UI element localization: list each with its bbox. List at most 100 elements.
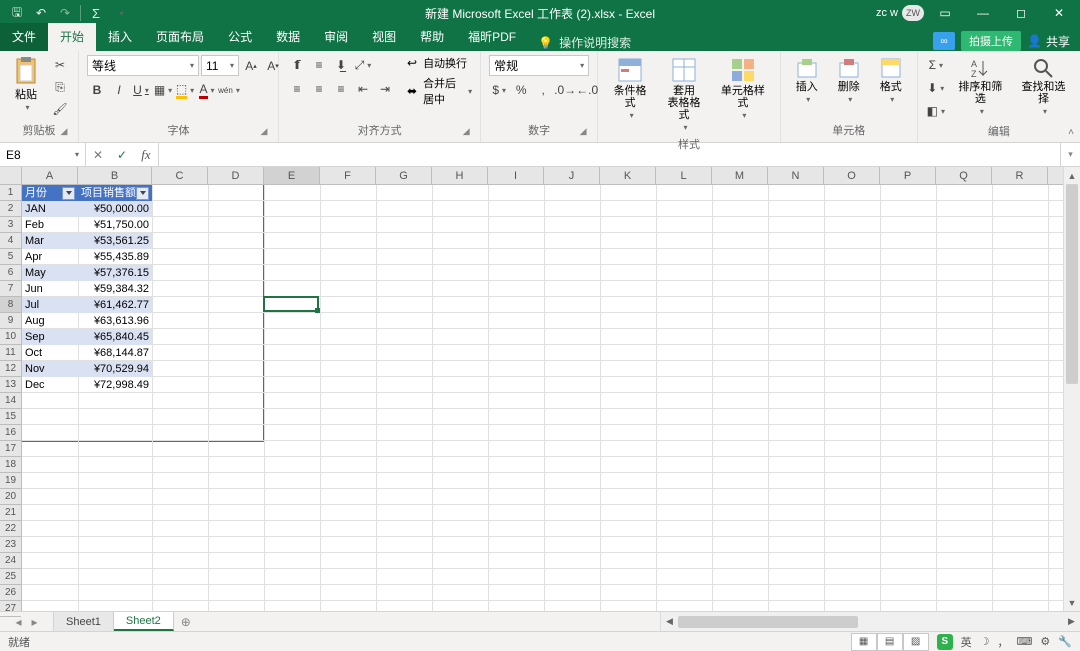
tab-data[interactable]: 数据 (264, 23, 312, 51)
page-layout-view-icon[interactable]: ▤ (877, 633, 903, 651)
align-top-icon[interactable]: ⬆̄ (287, 55, 307, 75)
phonetic-icon[interactable]: wén▾ (219, 80, 239, 100)
cancel-formula-icon[interactable]: ✕ (86, 148, 110, 162)
fill-color-icon[interactable]: ⬚▾ (175, 80, 195, 100)
row-header[interactable]: 8 (0, 297, 21, 313)
upload-button[interactable]: 拍摄上传 (961, 31, 1021, 51)
qat-customize-icon[interactable]: ▾ (109, 2, 131, 24)
name-box[interactable]: E8▾ (0, 143, 86, 166)
row-header[interactable]: 19 (0, 473, 21, 489)
tab-help[interactable]: 帮助 (408, 23, 456, 51)
ime-badge[interactable]: S (937, 634, 953, 650)
fx-icon[interactable]: fx (134, 147, 158, 163)
ime-lang[interactable]: 英 (961, 634, 972, 650)
column-header[interactable]: B (78, 167, 152, 184)
indent-decrease-icon[interactable]: ⇤ (353, 79, 373, 99)
row-header[interactable]: 5 (0, 249, 21, 265)
vertical-scrollbar[interactable]: ▲ ▼ (1063, 167, 1080, 611)
table-cell[interactable]: Nov (22, 361, 78, 377)
grow-font-icon[interactable]: A▴ (241, 56, 261, 76)
share-button[interactable]: 👤 共享 (1027, 33, 1070, 50)
table-cell[interactable]: ¥53,561.25 (78, 233, 152, 249)
tools-icon[interactable]: 🔧 (1058, 635, 1072, 648)
select-all-corner[interactable] (0, 167, 22, 185)
sheet-tab[interactable]: Sheet2 (114, 612, 174, 631)
row-header[interactable]: 14 (0, 393, 21, 409)
table-cell[interactable]: ¥70,529.94 (78, 361, 152, 377)
keyboard-icon[interactable]: ⌨ (1017, 635, 1033, 648)
fill-button[interactable]: ⬇▾ (926, 78, 946, 98)
table-cell[interactable]: JAN (22, 201, 78, 217)
ribbon-display-icon[interactable]: ▭ (928, 0, 962, 26)
maximize-icon[interactable]: ◻ (1004, 0, 1038, 26)
row-header[interactable]: 16 (0, 425, 21, 441)
row-header[interactable]: 7 (0, 281, 21, 297)
tab-insert[interactable]: 插入 (96, 23, 144, 51)
table-cell[interactable]: ¥65,840.45 (78, 329, 152, 345)
delete-cells-button[interactable]: 删除▾ (831, 55, 867, 106)
tab-view[interactable]: 视图 (360, 23, 408, 51)
row-header[interactable]: 4 (0, 233, 21, 249)
comma-toggle-icon[interactable]: ， (998, 634, 1009, 650)
table-cell[interactable]: Feb (22, 217, 78, 233)
column-header[interactable]: F (320, 167, 376, 184)
table-header-cell[interactable]: 月份 (22, 185, 78, 201)
dialog-launcher-icon[interactable]: ◢ (58, 126, 70, 138)
copy-icon[interactable]: ⎘ (50, 77, 70, 97)
font-color-icon[interactable]: A▾ (197, 80, 217, 100)
orientation-icon[interactable]: ⤢▾ (353, 55, 373, 75)
decrease-decimal-icon[interactable]: ←.0 (577, 80, 597, 100)
table-cell[interactable]: May (22, 265, 78, 281)
underline-button[interactable]: U▾ (131, 80, 151, 100)
accounting-icon[interactable]: $▾ (489, 80, 509, 100)
tab-formulas[interactable]: 公式 (216, 23, 264, 51)
table-header-cell[interactable]: 项目销售额 (78, 185, 152, 201)
moon-icon[interactable]: ☽ (980, 635, 990, 648)
cut-icon[interactable]: ✂ (50, 55, 70, 75)
table-cell[interactable]: Jun (22, 281, 78, 297)
font-size-combo[interactable]: 11▾ (201, 55, 239, 76)
collapse-ribbon-icon[interactable]: ˄ (1068, 127, 1074, 138)
clear-button[interactable]: ◧▾ (926, 101, 946, 121)
next-sheet-icon[interactable]: ▸ (32, 615, 38, 629)
insert-cells-button[interactable]: 插入▾ (789, 55, 825, 106)
column-header[interactable]: D (208, 167, 264, 184)
column-header[interactable]: J (544, 167, 600, 184)
new-sheet-icon[interactable]: ⊕ (174, 612, 198, 631)
increase-decimal-icon[interactable]: .0→ (555, 80, 575, 100)
row-header[interactable]: 22 (0, 521, 21, 537)
scroll-down-icon[interactable]: ▼ (1064, 594, 1080, 611)
align-bottom-icon[interactable]: ⬇̲ (331, 55, 351, 75)
find-select-button[interactable]: 查找和选择▾ (1015, 55, 1072, 118)
table-cell[interactable]: Sep (22, 329, 78, 345)
sort-filter-button[interactable]: AZ排序和筛选▾ (952, 55, 1009, 118)
bold-button[interactable]: B (87, 80, 107, 100)
filter-dropdown-icon[interactable] (136, 187, 149, 200)
table-cell[interactable]: Apr (22, 249, 78, 265)
settings-icon[interactable]: ⚙ (1040, 635, 1050, 648)
tab-page-layout[interactable]: 页面布局 (144, 23, 216, 51)
column-header[interactable]: A (22, 167, 78, 184)
table-cell[interactable]: ¥50,000.00 (78, 201, 152, 217)
column-header[interactable]: N (768, 167, 824, 184)
column-header[interactable]: H (432, 167, 488, 184)
column-header[interactable]: I (488, 167, 544, 184)
cells-area[interactable]: 月份项目销售额JAN¥50,000.00Feb¥51,750.00Mar¥53,… (22, 185, 1063, 611)
row-header[interactable]: 13 (0, 377, 21, 393)
row-header[interactable]: 9 (0, 313, 21, 329)
column-header[interactable]: K (600, 167, 656, 184)
row-header[interactable]: 10 (0, 329, 21, 345)
expand-formula-bar-icon[interactable]: ▾ (1060, 143, 1080, 166)
row-header[interactable]: 6 (0, 265, 21, 281)
row-header[interactable]: 1 (0, 185, 21, 201)
scroll-left-icon[interactable]: ◀ (661, 616, 678, 627)
column-header[interactable]: P (880, 167, 936, 184)
row-header[interactable]: 25 (0, 569, 21, 585)
row-header[interactable]: 15 (0, 409, 21, 425)
table-cell[interactable]: Mar (22, 233, 78, 249)
row-headers[interactable]: 1234567891011121314151617181920212223242… (0, 185, 22, 611)
comma-icon[interactable]: , (533, 80, 553, 100)
column-header[interactable]: G (376, 167, 432, 184)
row-header[interactable]: 3 (0, 217, 21, 233)
row-header[interactable]: 23 (0, 537, 21, 553)
